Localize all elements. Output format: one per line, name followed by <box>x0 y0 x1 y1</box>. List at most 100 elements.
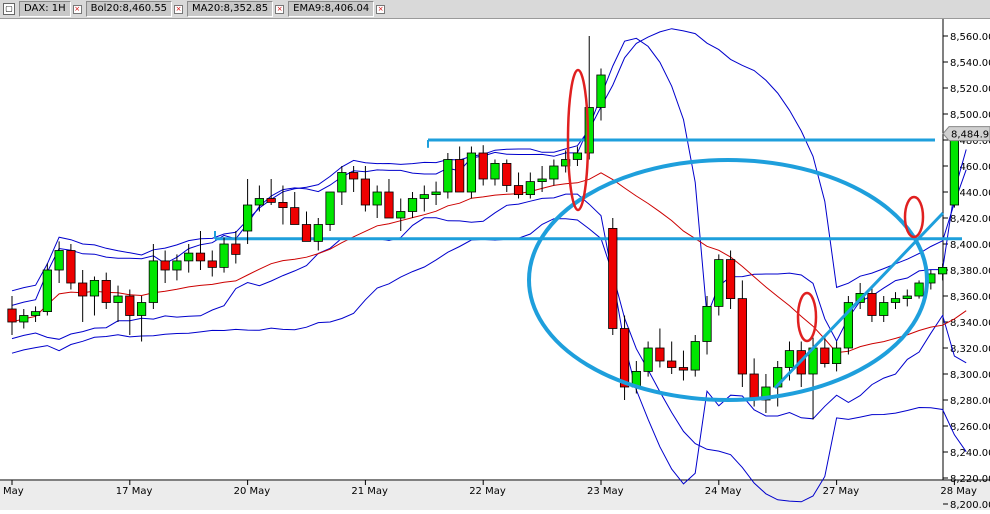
symbol-label: DAX: 1H <box>19 1 71 17</box>
candle-body <box>902 295 912 299</box>
candle-body <box>914 282 924 297</box>
y-tick-label: 8,300.00 <box>950 370 990 381</box>
candle-body <box>313 224 323 242</box>
candle-body <box>242 204 253 232</box>
candle-body <box>784 350 795 368</box>
candle-body <box>667 360 677 368</box>
last-price-label: 8,484.91 <box>951 130 990 141</box>
candle-body <box>172 260 182 271</box>
candle-body <box>478 152 488 180</box>
candle-body <box>419 194 429 199</box>
ma-label: MA20:8,352.85 <box>187 1 274 17</box>
close-x-icon[interactable]: × <box>72 4 82 14</box>
candle-body <box>7 308 17 323</box>
candle-body <box>655 347 665 362</box>
candle-body <box>549 165 559 180</box>
candle[interactable] <box>443 153 453 199</box>
candle-body <box>537 178 547 182</box>
y-tick-label: 8,360.00 <box>950 292 990 303</box>
candle-body <box>466 152 477 193</box>
x-tick-label: 17 May <box>116 486 153 497</box>
candle[interactable] <box>949 129 960 208</box>
plot-area[interactable]: 8,560.008,540.008,520.008,500.008,480.00… <box>0 19 990 511</box>
candle[interactable] <box>914 280 924 299</box>
x-tick-label: 23 May <box>587 486 624 497</box>
x-tick-label: 20 May <box>234 486 271 497</box>
candle-body <box>725 259 736 300</box>
candle-body <box>89 279 100 297</box>
candle[interactable] <box>714 254 724 316</box>
chart-toolbar: ▢ DAX: 1H × Bol20:8,460.55 × MA20:8,352.… <box>0 0 990 19</box>
candle-body <box>372 191 382 206</box>
candle-body <box>325 191 335 225</box>
candle-body <box>66 250 76 284</box>
candle-body <box>938 266 948 275</box>
x-tick-label: May <box>3 486 24 497</box>
chart-window: ▢ DAX: 1H × Bol20:8,460.55 × MA20:8,352.… <box>0 0 990 511</box>
candle-body <box>160 260 170 271</box>
x-tick-label: 28 May <box>940 486 977 497</box>
y-tick-label: 8,280.00 <box>950 396 990 407</box>
plot-background <box>0 19 990 510</box>
candle-body <box>455 159 465 193</box>
candle-body <box>101 279 111 303</box>
candle-body <box>431 191 441 195</box>
y-tick-label: 8,340.00 <box>950 318 990 329</box>
candle-body <box>384 191 394 219</box>
candle[interactable] <box>619 315 630 401</box>
candle-body <box>148 260 158 303</box>
candle[interactable] <box>466 146 477 199</box>
ema-label: EMA9:8,406.04 <box>288 1 375 17</box>
close-x-icon[interactable]: × <box>275 4 285 14</box>
candle-body <box>396 211 406 219</box>
x-tick-label: 27 May <box>823 486 860 497</box>
candle[interactable] <box>66 244 76 290</box>
candle-body <box>360 178 371 206</box>
candle-body <box>407 198 418 212</box>
candle-body <box>702 305 712 342</box>
candle[interactable] <box>608 218 618 335</box>
candle-body <box>832 347 842 365</box>
y-tick-label: 8,260.00 <box>950 422 990 433</box>
candle[interactable] <box>690 335 700 377</box>
candle-body <box>737 298 747 375</box>
candle-body <box>266 198 276 203</box>
candle-body <box>136 302 147 316</box>
candle-body <box>195 252 206 262</box>
candle-body <box>290 207 300 225</box>
candlestick-chart[interactable]: 8,560.008,540.008,520.008,500.008,480.00… <box>0 19 990 511</box>
close-x-icon[interactable]: × <box>376 4 386 14</box>
y-tick-label: 8,540.00 <box>950 58 990 69</box>
bollinger-label: Bol20:8,460.55 <box>85 1 173 17</box>
candle[interactable] <box>843 296 853 355</box>
candle-body <box>619 328 630 388</box>
candle-body <box>301 224 312 242</box>
x-tick-label: 24 May <box>705 486 742 497</box>
candle-body <box>502 162 512 186</box>
candle-body <box>525 181 535 196</box>
candle-body <box>184 252 194 262</box>
candle-body <box>125 295 135 316</box>
candle-body <box>690 341 700 371</box>
candle-body <box>749 373 759 401</box>
candle-body <box>78 282 88 297</box>
candle-body <box>879 302 889 316</box>
candle-body <box>254 198 264 206</box>
candle-body <box>443 159 453 193</box>
candle[interactable] <box>42 263 52 316</box>
candle-body <box>678 367 689 371</box>
candle-body <box>572 152 583 160</box>
candle-body <box>608 227 618 329</box>
candle-body <box>207 260 217 268</box>
y-tick-label: 8,220.00 <box>950 474 990 485</box>
y-tick-label: 8,380.00 <box>950 266 990 277</box>
close-x-icon[interactable]: × <box>174 4 184 14</box>
candle-body <box>19 315 29 323</box>
y-tick-label: 8,200.00 <box>950 500 990 510</box>
y-tick-label: 8,420.00 <box>950 214 990 225</box>
window-menu-icon[interactable]: ▢ <box>3 3 15 15</box>
x-tick-label: 21 May <box>351 486 388 497</box>
candle-body <box>490 162 500 180</box>
x-tick-label: 22 May <box>469 486 506 497</box>
candle-body <box>54 250 64 271</box>
